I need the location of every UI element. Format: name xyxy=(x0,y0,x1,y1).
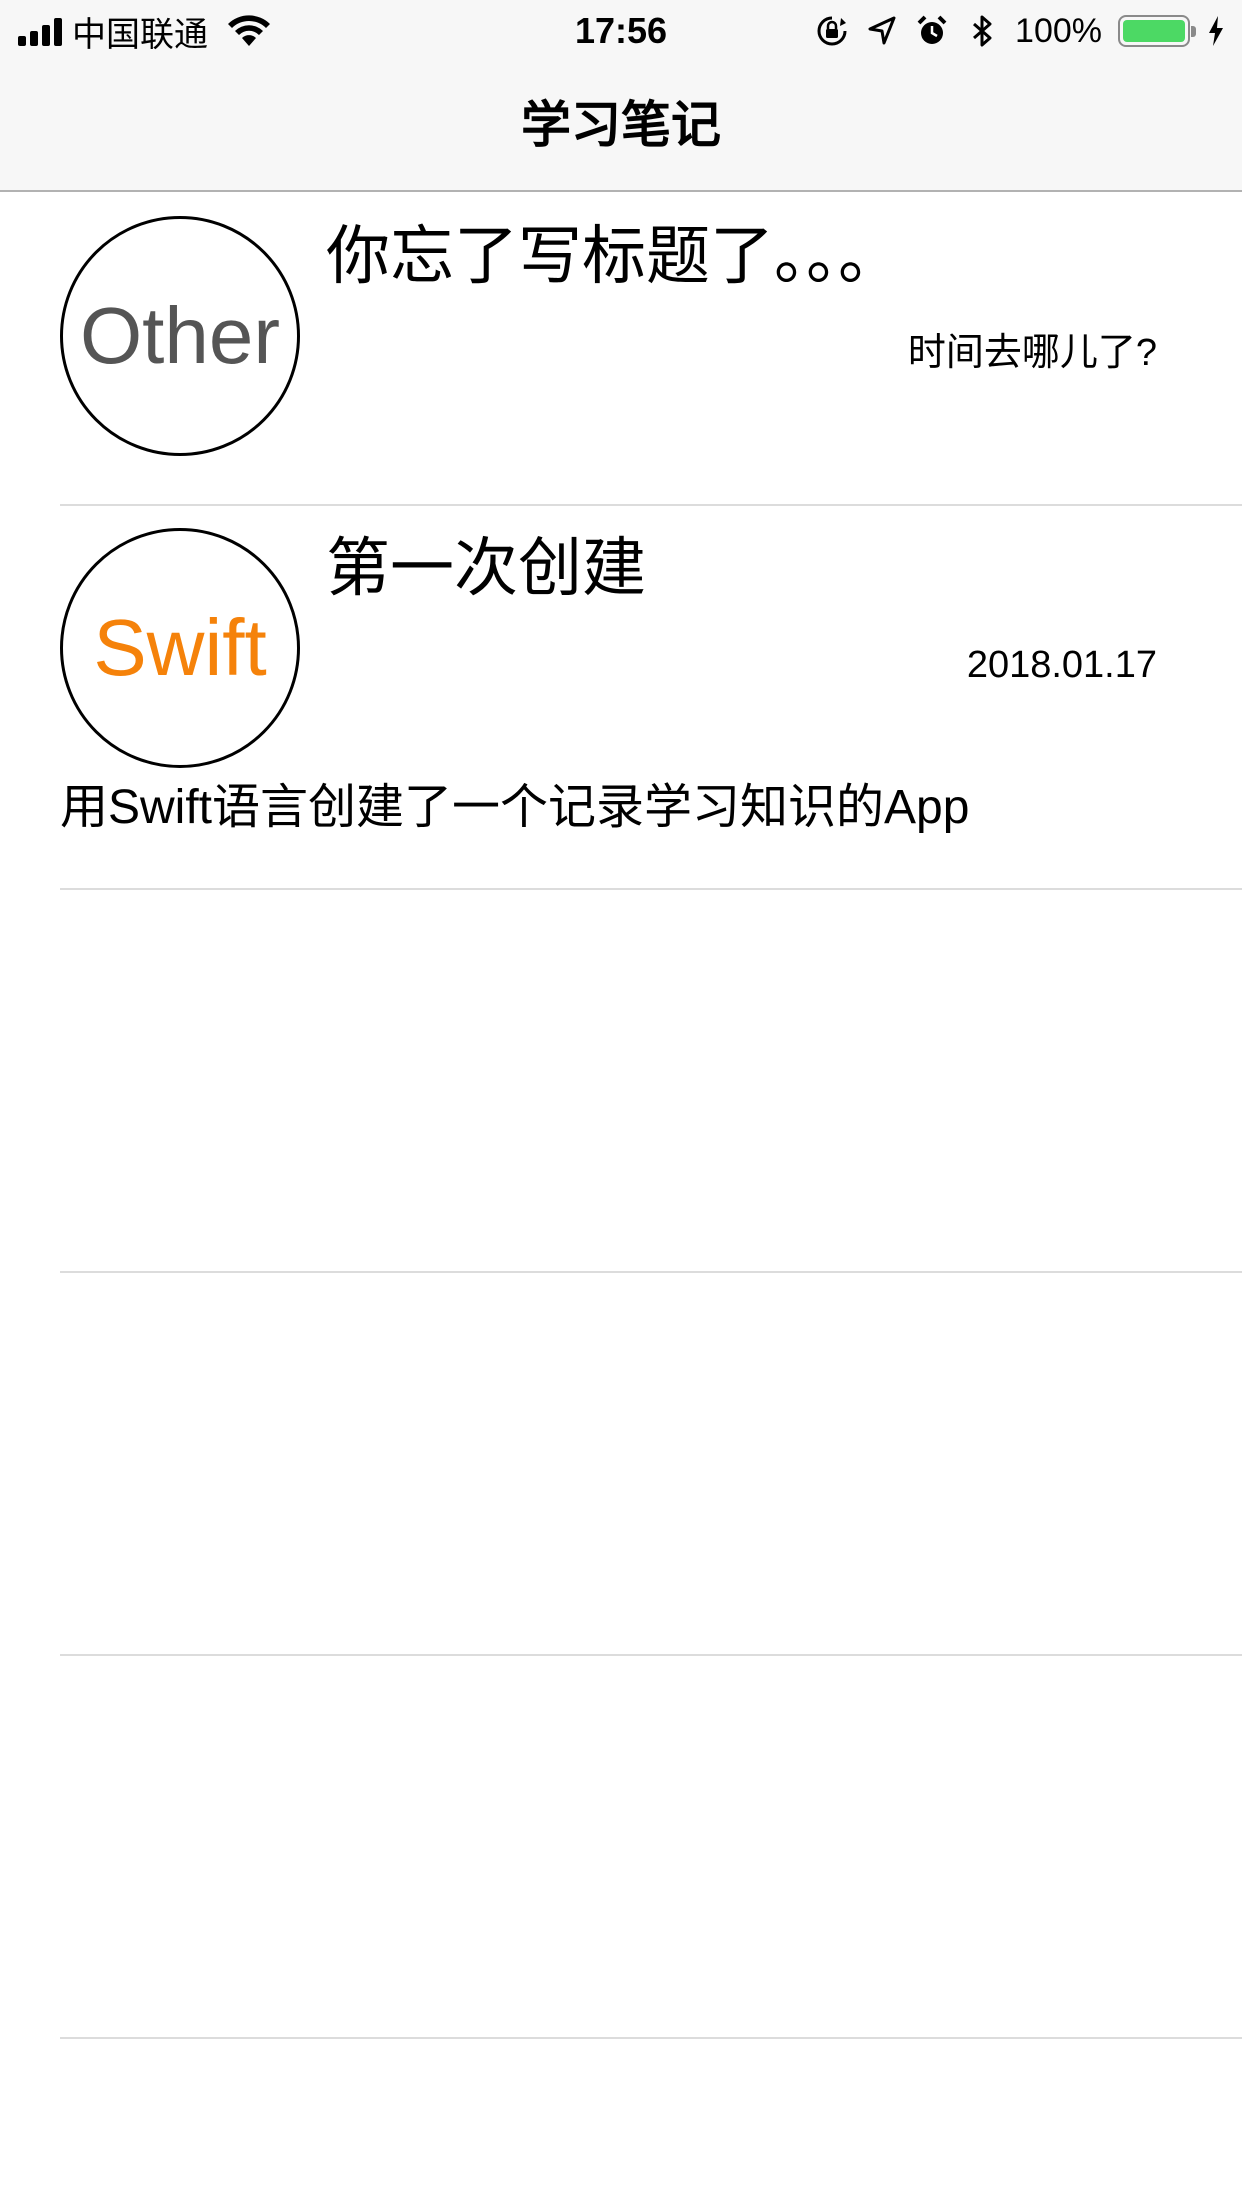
battery-cap xyxy=(1191,26,1196,37)
empty-row xyxy=(0,890,1242,1273)
page-title: 学习笔记 xyxy=(521,97,721,153)
charging-icon xyxy=(1209,16,1223,46)
battery-fill xyxy=(1123,20,1185,42)
battery-icon xyxy=(1118,15,1196,47)
screen: 中国联通 17:56 100% 学习笔记 Other 你忘了写标题了。。。 时间… xyxy=(0,0,1242,2208)
note-date: 2018.01.17 xyxy=(966,644,1157,686)
category-avatar: Other xyxy=(60,216,300,456)
status-bar-right: 100% xyxy=(815,8,1226,54)
row-separator xyxy=(60,2037,1242,2039)
location-icon xyxy=(868,16,896,45)
bluetooth-icon xyxy=(973,15,992,47)
status-bar: 中国联通 17:56 100% xyxy=(0,0,1242,60)
note-title: 第一次创建 xyxy=(326,532,646,604)
note-description: 用Swift语言创建了一个记录学习知识的App xyxy=(60,781,970,834)
navigation-bar: 学习笔记 xyxy=(0,60,1242,192)
note-date: 时间去哪儿了? xyxy=(907,332,1157,374)
empty-row xyxy=(0,1273,1242,1656)
notes-list[interactable]: Other 你忘了写标题了。。。 时间去哪儿了? Swift 第一次创建 201… xyxy=(0,194,1242,2039)
alarm-icon xyxy=(917,15,947,44)
empty-row xyxy=(0,1656,1242,2039)
orientation-lock-icon xyxy=(817,16,847,46)
note-title: 你忘了写标题了。。。 xyxy=(326,220,902,292)
note-row[interactable]: Other 你忘了写标题了。。。 时间去哪儿了? xyxy=(0,194,1242,506)
category-avatar: Swift xyxy=(60,528,300,768)
note-row[interactable]: Swift 第一次创建 2018.01.17 用Swift语言创建了一个记录学习… xyxy=(0,506,1242,890)
battery-percent: 100% xyxy=(1015,11,1102,50)
